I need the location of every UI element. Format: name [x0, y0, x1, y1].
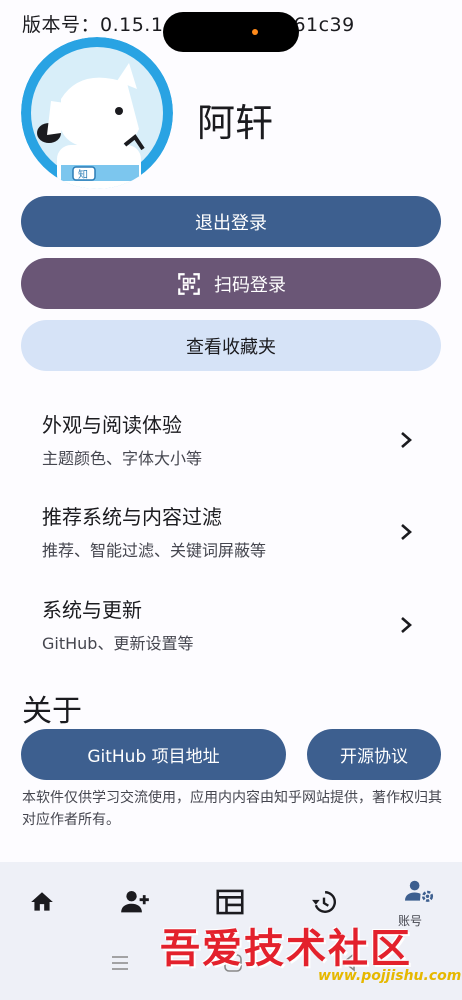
scan-login-button[interactable]: 扫码登录 [21, 258, 441, 309]
scan-login-label: 扫码登录 [214, 274, 286, 296]
chevron-right-icon [401, 432, 412, 448]
settings-item-recommendation[interactable]: 推荐系统与内容过滤 推荐、智能过滤、关键词屏蔽等 [21, 501, 441, 581]
chevron-right-icon [401, 524, 412, 540]
avatar-image: 知 [21, 37, 173, 189]
watermark-logo: 吾爱技术社区 [160, 925, 412, 972]
avatar[interactable]: 知 [21, 37, 173, 189]
license-button[interactable]: 开源协议 [307, 729, 441, 780]
disclaimer-text: 本软件仅供学习交流使用，应用内内容由知乎网站提供，著作权归其对应作者所有。 [22, 790, 442, 828]
nav-home[interactable] [22, 882, 62, 922]
recent-apps-icon[interactable] [110, 954, 130, 972]
dashboard-icon [216, 889, 244, 915]
settings-item-system[interactable]: 系统与更新 GitHub、更新设置等 [21, 594, 441, 674]
chevron-right-icon [401, 617, 412, 633]
qr-scan-icon [178, 272, 200, 295]
logout-button[interactable]: 退出登录 [21, 196, 441, 247]
license-label: 开源协议 [340, 747, 408, 767]
settings-item-subtitle: 推荐、智能过滤、关键词屏蔽等 [42, 541, 267, 560]
person-add-icon [121, 891, 149, 913]
about-heading: 关于 [22, 694, 82, 729]
github-button[interactable]: GitHub 项目地址 [21, 729, 286, 780]
watermark-url: www.pojjishu.com [318, 968, 462, 984]
camera-cutout [163, 12, 299, 52]
account-settings-icon [405, 880, 434, 902]
username: 阿轩 [197, 101, 274, 145]
favorites-button[interactable]: 查看收藏夹 [21, 320, 441, 371]
settings-item-title: 推荐系统与内容过滤 [42, 505, 222, 529]
logout-label: 退出登录 [195, 212, 267, 234]
settings-item-subtitle: GitHub、更新设置等 [42, 634, 194, 653]
history-icon [312, 891, 336, 913]
settings-item-title: 系统与更新 [42, 598, 142, 622]
version-suffix: 61c39 [293, 14, 355, 36]
nav-account[interactable] [400, 872, 440, 912]
settings-item-title: 外观与阅读体验 [42, 413, 182, 437]
version-text: 版本号：0.15.1 [22, 14, 164, 36]
settings-item-appearance[interactable]: 外观与阅读体验 主题颜色、字体大小等 [21, 409, 441, 489]
camera-indicator [252, 29, 258, 35]
github-label: GitHub 项目地址 [87, 747, 220, 767]
settings-item-subtitle: 主题颜色、字体大小等 [42, 449, 203, 468]
nav-follow[interactable] [115, 882, 155, 922]
favorites-label: 查看收藏夹 [186, 336, 276, 358]
home-icon [31, 892, 53, 911]
avatar-badge: 知 [78, 168, 88, 181]
